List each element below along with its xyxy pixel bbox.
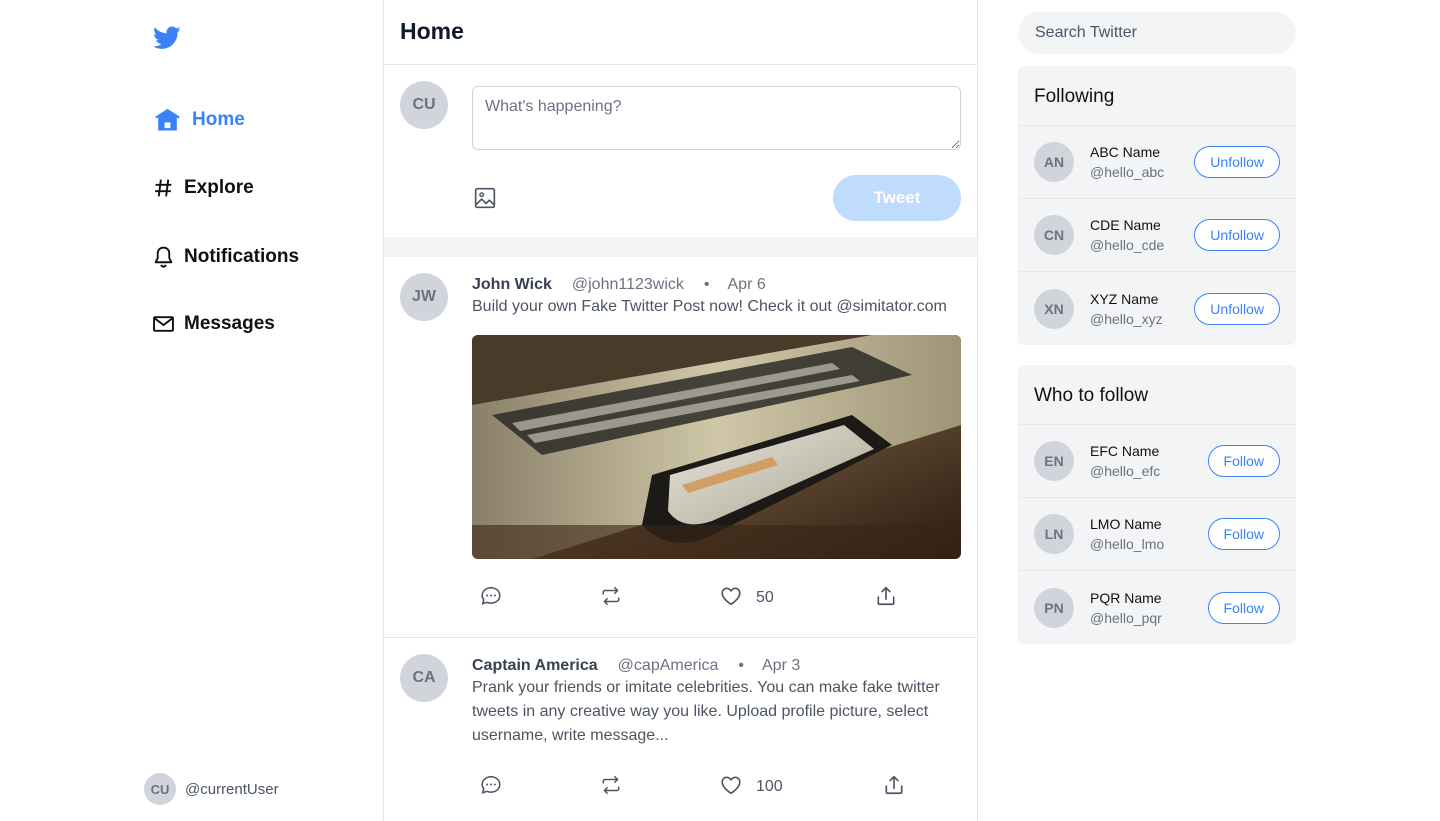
- search-input[interactable]: [1018, 12, 1296, 54]
- page-title: Home: [384, 0, 977, 65]
- tweet-author-handle[interactable]: @capAmerica: [618, 657, 719, 675]
- tweet-button[interactable]: Tweet: [833, 175, 961, 221]
- image-upload-icon[interactable]: [474, 187, 496, 214]
- avatar: LN: [1034, 514, 1074, 554]
- reply-button[interactable]: [480, 585, 600, 612]
- tweet-author-name[interactable]: Captain America: [472, 657, 598, 675]
- tweet-header: Captain America @capAmerica • Apr 3: [472, 657, 961, 675]
- user-handle: @hello_abc: [1090, 164, 1165, 180]
- tweet-header: John Wick @john1123wick • Apr 6: [472, 276, 961, 294]
- mail-icon: [153, 315, 174, 333]
- tweet-author-name[interactable]: John Wick: [472, 276, 552, 294]
- share-button[interactable]: [875, 585, 897, 612]
- avatar: CU: [400, 81, 448, 129]
- panel-title: Who to follow: [1018, 365, 1296, 425]
- nav-label: Messages: [184, 313, 275, 334]
- user-row[interactable]: PN PQR Name @hello_pqr Follow: [1018, 571, 1296, 644]
- twitter-bird-icon[interactable]: [153, 26, 183, 52]
- main-feed: Home CU Tweet JW John Wick @john1123wick…: [383, 0, 978, 821]
- current-user-handle: @currentUser: [185, 780, 279, 798]
- unfollow-button[interactable]: Unfollow: [1194, 219, 1280, 251]
- share-icon: [883, 774, 905, 801]
- who-to-follow-panel: Who to follow EN EFC Name @hello_efc Fol…: [1018, 365, 1296, 644]
- avatar: AN: [1034, 142, 1074, 182]
- current-user[interactable]: CU @currentUser: [144, 773, 279, 805]
- user-handle: @hello_lmo: [1090, 536, 1165, 552]
- like-count: 50: [756, 589, 774, 606]
- user-handle: @hello_efc: [1090, 463, 1161, 479]
- heart-icon: [720, 586, 742, 611]
- user-name: EFC Name: [1090, 443, 1160, 459]
- nav-label: Notifications: [184, 246, 300, 267]
- nav-item-explore[interactable]: Explore: [153, 177, 254, 199]
- reply-button[interactable]: [480, 774, 600, 801]
- follow-button[interactable]: Follow: [1207, 518, 1280, 550]
- tweet-date: Apr 6: [727, 276, 766, 293]
- user-name: CDE Name: [1090, 217, 1161, 233]
- user-name: XYZ Name: [1090, 290, 1159, 307]
- retweet-button[interactable]: [600, 585, 720, 612]
- avatar: EN: [1034, 441, 1074, 481]
- tweet-composer: CU Tweet: [384, 65, 977, 237]
- comment-icon: [480, 585, 502, 612]
- divider: [384, 237, 977, 257]
- tweet-date: Apr 3: [762, 657, 801, 674]
- avatar: CA: [400, 654, 448, 702]
- nav-item-messages[interactable]: Messages: [153, 313, 275, 335]
- follow-button[interactable]: Follow: [1207, 591, 1280, 624]
- user-name: LMO Name: [1090, 516, 1162, 532]
- comment-icon: [480, 774, 502, 801]
- tweet-actions: 50: [472, 559, 961, 637]
- bell-icon: [153, 245, 174, 269]
- following-panel: Following AN ABC Name @hello_abc Unfollo…: [1018, 66, 1296, 345]
- tweet-text: Build your own Fake Twitter Post now! Ch…: [472, 298, 947, 315]
- user-name: PQR Name: [1090, 589, 1162, 606]
- panel-title: Following: [1018, 66, 1296, 126]
- heart-icon: [720, 775, 742, 800]
- share-button[interactable]: [883, 774, 905, 801]
- avatar: JW: [400, 273, 448, 321]
- separator-dot: •: [738, 657, 744, 674]
- like-button[interactable]: 50: [720, 586, 875, 611]
- nav-label: Explore: [184, 177, 254, 198]
- like-button[interactable]: 100: [720, 775, 883, 800]
- avatar: CU: [144, 773, 176, 805]
- user-row[interactable]: XN XYZ Name @hello_xyz Unfollow: [1018, 272, 1296, 345]
- user-handle: @hello_pqr: [1090, 609, 1162, 626]
- user-handle: @hello_xyz: [1090, 310, 1163, 327]
- user-row[interactable]: AN ABC Name @hello_abc Unfollow: [1018, 126, 1296, 199]
- home-icon: [153, 106, 182, 134]
- share-icon: [875, 585, 897, 612]
- nav-label: Home: [192, 109, 245, 130]
- retweet-button[interactable]: [600, 774, 720, 801]
- tweet-card[interactable]: CA Captain America @capAmerica • Apr 3 P…: [384, 638, 977, 821]
- separator-dot: •: [703, 276, 710, 293]
- avatar: XN: [1034, 288, 1074, 329]
- tweet-author-handle[interactable]: @john1123wick: [572, 276, 684, 294]
- user-row[interactable]: LN LMO Name @hello_lmo Follow: [1018, 498, 1296, 571]
- tweet-actions: 100: [472, 748, 961, 821]
- like-count: 100: [756, 778, 783, 795]
- follow-button[interactable]: Follow: [1207, 445, 1280, 477]
- retweet-icon: [600, 585, 622, 612]
- user-handle: @hello_cde: [1090, 237, 1165, 253]
- tweet-image[interactable]: [472, 335, 961, 559]
- avatar: CN: [1034, 215, 1074, 255]
- user-row[interactable]: CN CDE Name @hello_cde Unfollow: [1018, 199, 1296, 272]
- user-name: ABC Name: [1090, 144, 1161, 160]
- avatar: PN: [1034, 587, 1074, 628]
- unfollow-button[interactable]: Unfollow: [1194, 292, 1280, 325]
- hash-icon: [153, 177, 174, 199]
- tweet-text: Prank your friends or imitate celebritie…: [472, 679, 940, 744]
- unfollow-button[interactable]: Unfollow: [1194, 146, 1280, 178]
- user-row[interactable]: EN EFC Name @hello_efc Follow: [1018, 425, 1296, 498]
- nav-item-notifications[interactable]: Notifications: [153, 245, 299, 269]
- nav-item-home[interactable]: Home: [153, 106, 245, 134]
- tweet-input[interactable]: [472, 86, 961, 150]
- retweet-icon: [600, 774, 622, 801]
- left-sidebar: Home Explore Notifications Messages CU @…: [0, 0, 383, 821]
- tweet-card[interactable]: JW John Wick @john1123wick • Apr 6 Build…: [384, 257, 977, 638]
